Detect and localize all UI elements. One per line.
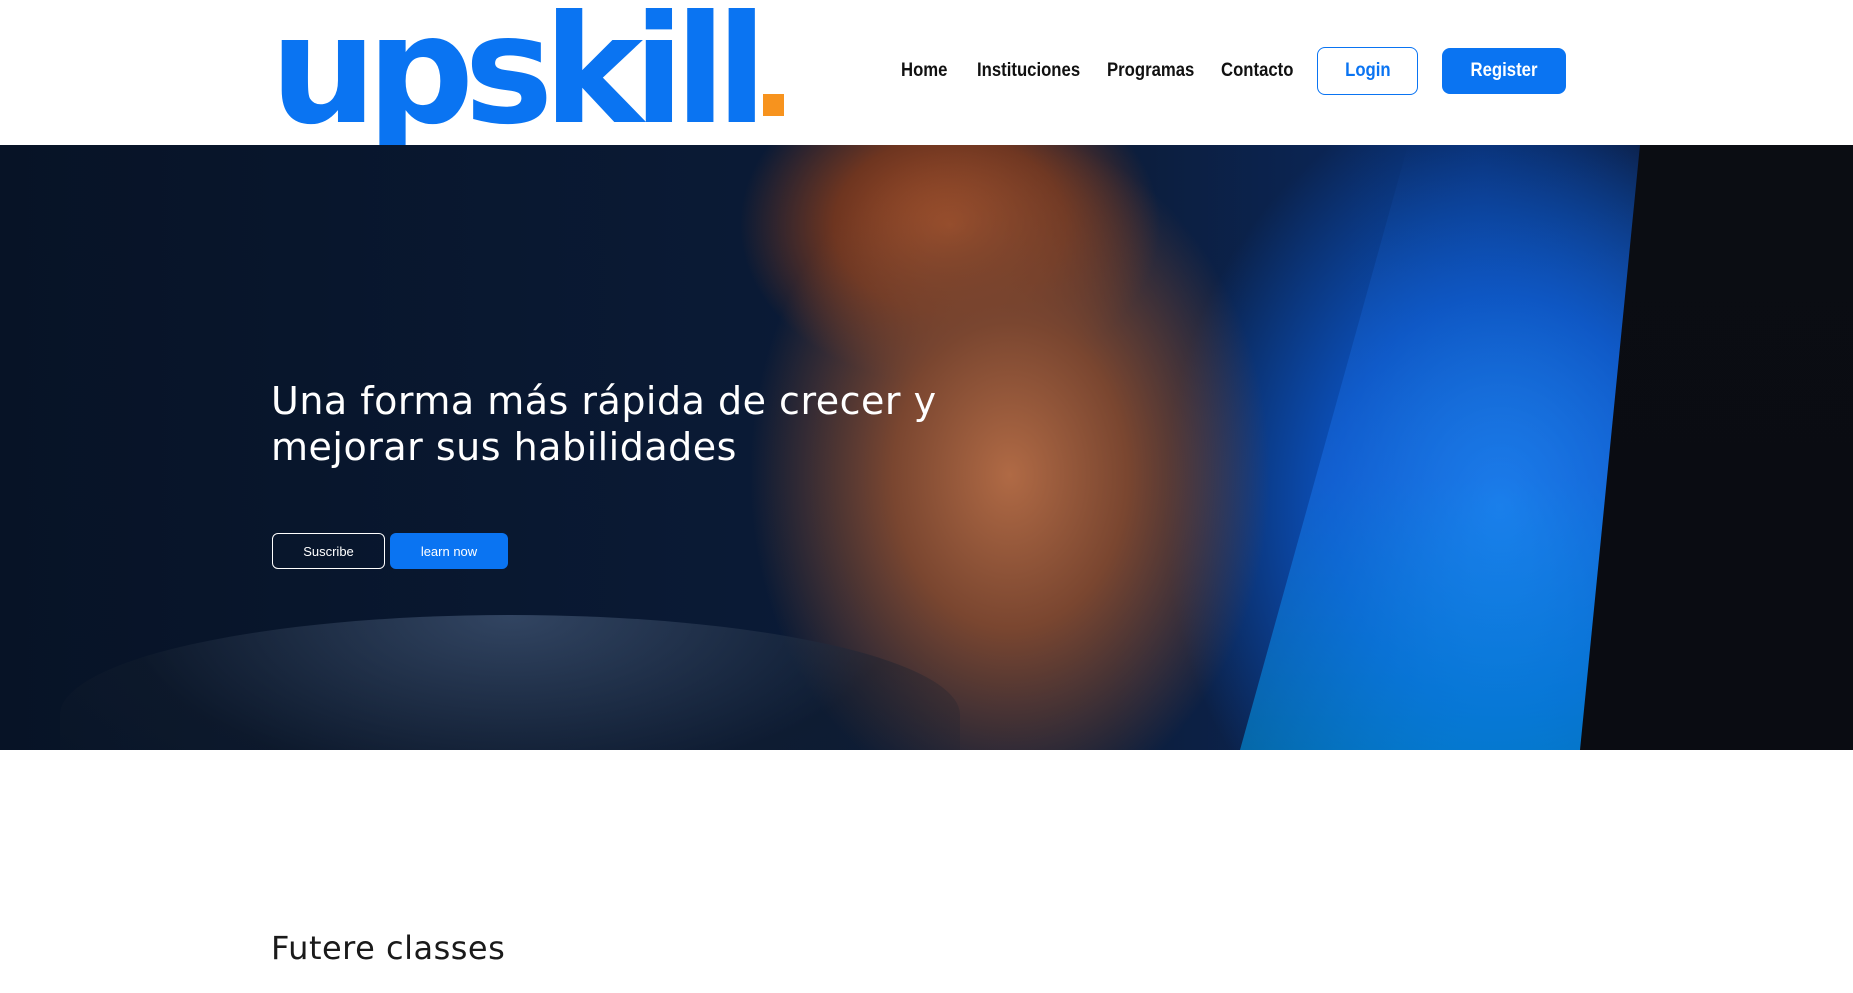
nav-contacto[interactable]: Contacto	[1221, 47, 1293, 95]
learn-now-button[interactable]: learn now	[390, 533, 508, 569]
register-label: Register	[1470, 60, 1538, 81]
nav-instituciones[interactable]: Instituciones	[977, 47, 1080, 95]
site-header: upskill Home Instituciones Programas Con…	[0, 0, 1853, 158]
logo-dot	[763, 94, 785, 116]
subscribe-button[interactable]: Suscribe	[272, 533, 385, 569]
login-label: Login	[1344, 60, 1391, 81]
hero-banner: Una forma más rápida de crecer y mejorar…	[0, 145, 1853, 750]
learn-now-label: learn now	[420, 543, 478, 559]
nav-home[interactable]: Home	[901, 47, 947, 95]
section-title: Futere classes	[271, 929, 506, 967]
register-button[interactable]: Register	[1442, 48, 1566, 94]
hero-shoulder	[60, 615, 960, 750]
nav-programas[interactable]: Programas	[1107, 47, 1194, 95]
login-button[interactable]: Login	[1317, 47, 1418, 95]
logo-wordmark: upskill	[270, 0, 767, 158]
hero-title: Una forma más rápida de crecer y mejorar…	[271, 379, 937, 469]
subscribe-label: Suscribe	[303, 543, 354, 559]
upskill-logo[interactable]: upskill	[270, 0, 785, 158]
